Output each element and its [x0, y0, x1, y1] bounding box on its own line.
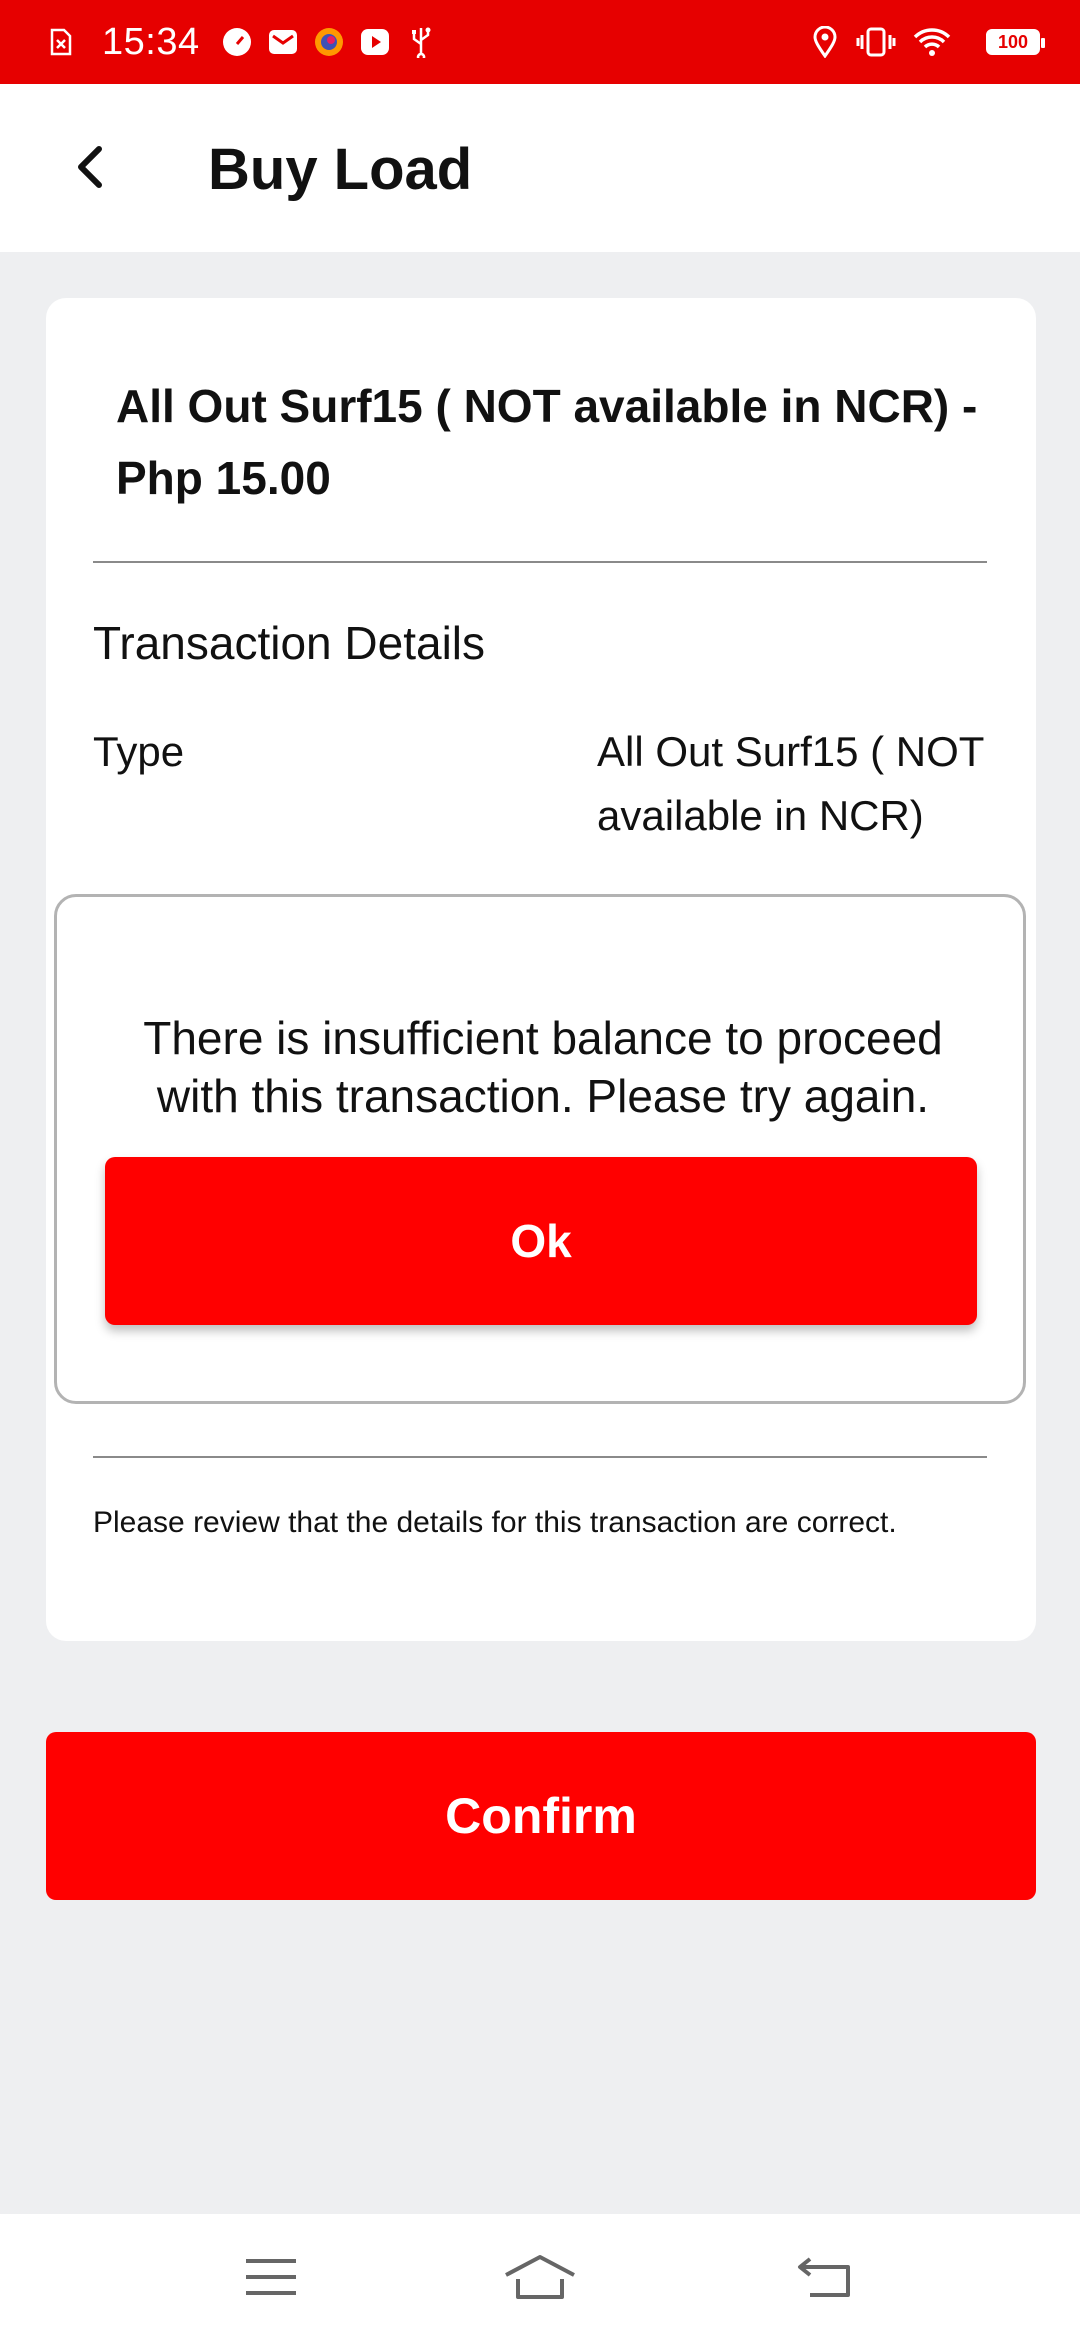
location-icon: [810, 26, 840, 58]
wifi-icon: [912, 27, 952, 57]
insufficient-balance-dialog: There is insufficient balance to proceed…: [54, 894, 1026, 1404]
nav-menu-button[interactable]: [211, 2234, 331, 2324]
status-bar: 15:34 100: [0, 0, 1080, 84]
section-title: Transaction Details: [93, 617, 486, 669]
confirm-button[interactable]: Confirm: [46, 1732, 1036, 1900]
nav-home-button[interactable]: [480, 2234, 600, 2324]
menu-icon: [244, 2255, 298, 2304]
chevron-left-icon: [75, 145, 105, 194]
page-title: Buy Load: [208, 137, 473, 202]
divider-bottom: [93, 1456, 987, 1458]
product-title: All Out Surf15 ( NOT available in NCR) -…: [116, 380, 978, 504]
detail-label-type: Type: [93, 728, 185, 775]
back-icon: [796, 2255, 852, 2304]
status-left: 15:34: [46, 0, 452, 84]
dialog-message: There is insufficient balance to proceed…: [143, 1012, 943, 1122]
app-bar: Buy Load: [0, 84, 1080, 252]
battery-level: 100: [997, 31, 1029, 52]
review-note: Please review that the details for this …: [93, 1506, 897, 1539]
ok-button[interactable]: Ok: [105, 1157, 977, 1325]
status-right: 100: [810, 0, 1045, 84]
usb-icon: [406, 27, 436, 58]
home-icon: [504, 2253, 576, 2306]
nav-back-button[interactable]: [764, 2234, 884, 2324]
divider-top: [93, 561, 987, 563]
battery-icon: 100: [986, 29, 1045, 55]
browser-icon: [314, 27, 344, 57]
detail-value-type: All Out Surf15 ( NOT available in NCR): [597, 728, 984, 839]
speedometer-icon: [222, 27, 252, 57]
mail-icon: [268, 27, 298, 57]
back-button[interactable]: [50, 134, 130, 204]
status-time: 15:34: [102, 20, 200, 63]
youtube-icon: [360, 27, 390, 57]
vibrate-icon: [856, 27, 896, 57]
system-nav-bar: [0, 2214, 1080, 2340]
sim-error-icon: [46, 27, 76, 57]
